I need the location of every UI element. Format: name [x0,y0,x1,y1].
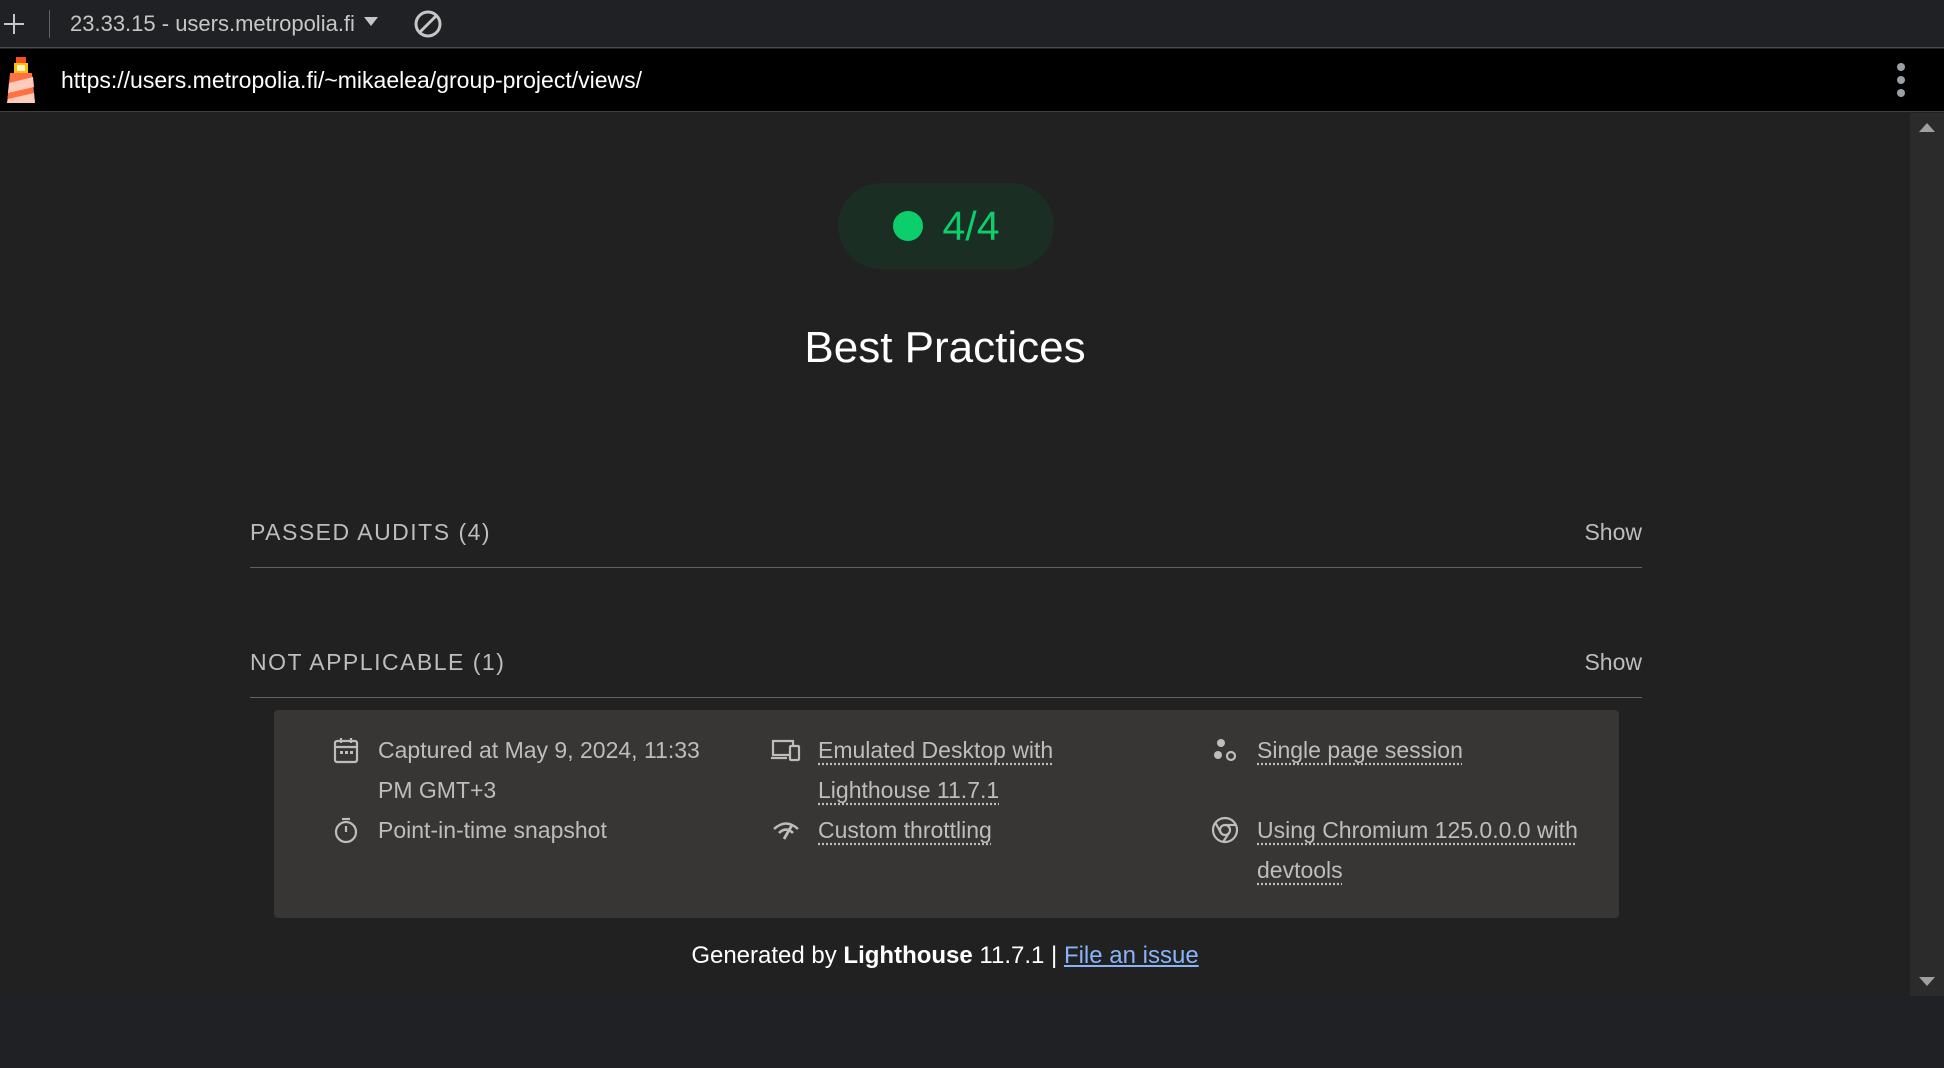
report-url[interactable]: https://users.metropolia.fi/~mikaelea/gr… [61,67,642,94]
pass-indicator-dot [892,211,923,241]
devices-icon [771,730,801,770]
not-applicable-group[interactable]: NOT APPLICABLE (1) Show [250,628,1642,698]
single-page-session-link[interactable]: Single page session [1257,730,1607,770]
more-options-icon[interactable] [1896,63,1906,97]
meta-captured: Captured at May 9, 2024, 11:33 PM GMT+3 [331,730,728,810]
report-content: 4/4 Best Practices PASSED AUDITS (4) Sho… [0,113,1910,996]
report-selector-dropdown[interactable]: 23.33.15 - users.metropolia.fi [70,11,378,37]
footer-prefix: Generated by [691,942,844,969]
scroll-up-arrow-icon[interactable] [1919,123,1935,132]
session-icon [1210,730,1240,770]
clear-all-icon[interactable] [413,9,443,39]
footer-product: Lighthouse [843,942,973,969]
calendar-icon [331,730,361,770]
show-not-applicable-toggle[interactable]: Show [1584,649,1642,676]
runtime-settings-box: Captured at May 9, 2024, 11:33 PM GMT+3 … [274,710,1619,918]
passed-audits-group[interactable]: PASSED AUDITS (4) Show [250,498,1642,568]
report-footer: Generated by Lighthouse 11.7.1 | File an… [0,942,1890,970]
show-passed-audits-toggle[interactable]: Show [1584,519,1642,546]
report-selector-label: 23.33.15 - users.metropolia.fi [70,10,355,36]
meta-emulated: Emulated Desktop with Lighthouse 11.7.1 [771,730,1168,810]
category-score-badge: 4/4 [838,183,1054,269]
stopwatch-icon [331,810,361,850]
chromium-version-link[interactable]: Using Chromium 125.0.0.0 with devtools [1257,810,1607,890]
group-title: PASSED AUDITS (4) [250,519,492,545]
chromium-icon [1210,810,1240,850]
devtools-lighthouse-toolbar: 23.33.15 - users.metropolia.fi [0,0,1944,48]
report-url-bar: https://users.metropolia.fi/~mikaelea/gr… [0,49,1944,112]
meta-throttling: Custom throttling [771,810,1168,850]
vertical-scrollbar[interactable] [1910,113,1944,996]
meta-session: Single page session [1210,730,1607,770]
dropdown-caret-icon [363,17,378,26]
group-title: NOT APPLICABLE (1) [250,649,506,675]
footer-version: 11.7.1 | [972,942,1064,969]
meta-browser: Using Chromium 125.0.0.0 with devtools [1210,810,1607,890]
snapshot-text: Point-in-time snapshot [378,817,607,843]
lighthouse-logo-icon [7,57,35,103]
meta-snapshot: Point-in-time snapshot [331,810,728,850]
captured-at-text: Captured at May 9, 2024, 11:33 PM GMT+3 [378,737,700,803]
category-score: 4/4 [942,202,1000,249]
custom-throttling-link[interactable]: Custom throttling [818,810,1168,850]
bottom-panel-strip [0,996,1944,1068]
network-throttle-icon [771,810,801,850]
emulated-desktop-link[interactable]: Emulated Desktop with Lighthouse 11.7.1 [818,730,1168,810]
category-title: Best Practices [804,323,1086,372]
new-report-plus-icon[interactable] [1,11,27,37]
toolbar-separator [49,9,50,38]
scroll-down-arrow-icon[interactable] [1919,977,1935,986]
file-issue-link[interactable]: File an issue [1064,942,1199,969]
